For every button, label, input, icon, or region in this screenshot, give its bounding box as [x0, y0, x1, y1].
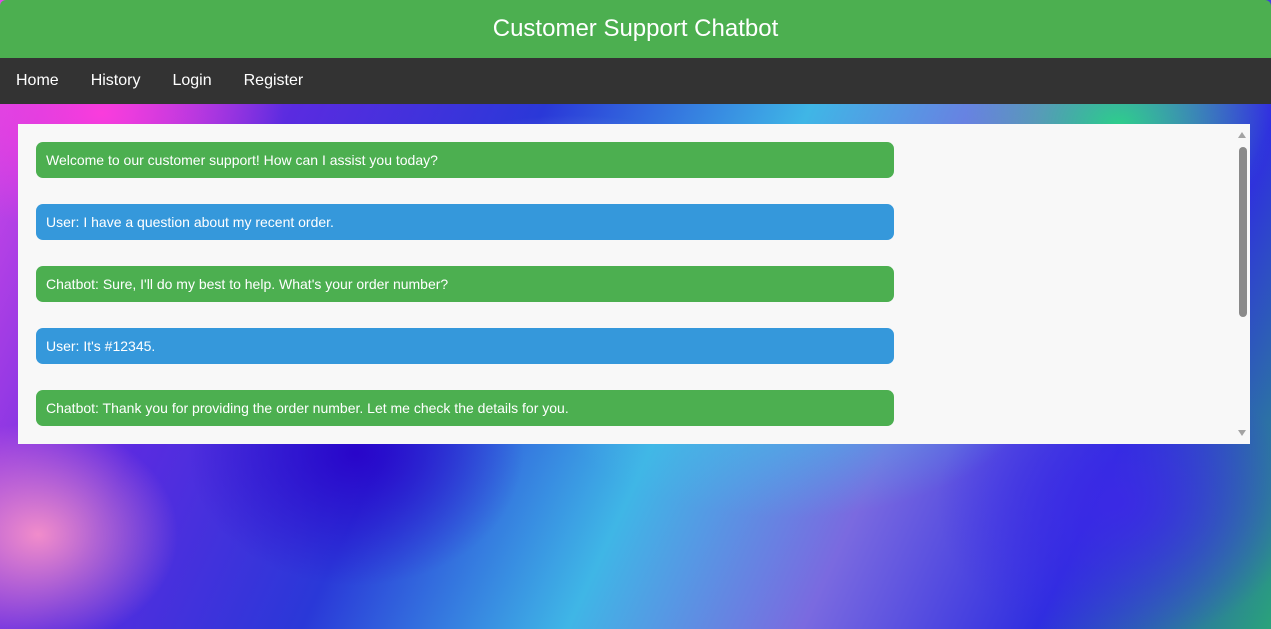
chat-scrollbar[interactable]	[1235, 124, 1250, 444]
chat-message-bot: Welcome to our customer support! How can…	[36, 142, 894, 178]
chat-window[interactable]: Welcome to our customer support! How can…	[18, 124, 1250, 444]
nav-item-home[interactable]: Home	[0, 58, 75, 104]
chat-message-user: User: It's #12345.	[36, 328, 894, 364]
chat-message-bot: Chatbot: Sure, I'll do my best to help. …	[36, 266, 894, 302]
top-nav: Home History Login Register	[0, 58, 1271, 104]
page-title: Customer Support Chatbot	[492, 15, 779, 42]
app-header: Customer Support Chatbot	[0, 0, 1271, 58]
nav-item-register[interactable]: Register	[228, 58, 320, 104]
scroll-up-arrow-icon[interactable]	[1238, 132, 1246, 138]
scroll-down-arrow-icon[interactable]	[1238, 430, 1246, 436]
message-list: Welcome to our customer support! How can…	[36, 142, 894, 444]
nav-item-login[interactable]: Login	[156, 58, 227, 104]
chat-message-user: User: I have a question about my recent …	[36, 204, 894, 240]
scrollbar-thumb[interactable]	[1239, 147, 1247, 317]
nav-item-history[interactable]: History	[75, 58, 157, 104]
chat-message-bot: Chatbot: Thank you for providing the ord…	[36, 390, 894, 426]
